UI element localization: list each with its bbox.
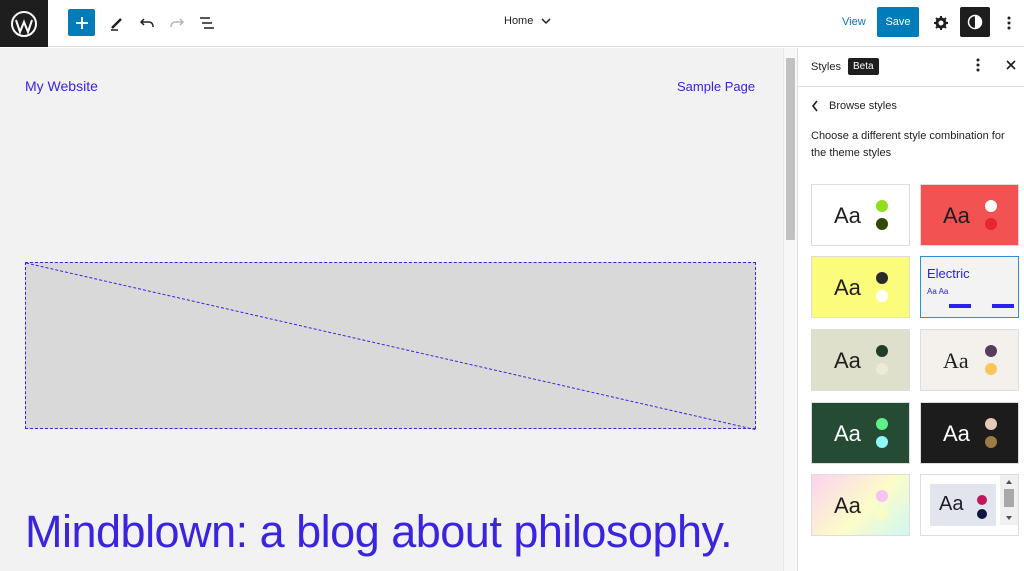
wordpress-icon bbox=[11, 10, 37, 37]
panel-more-button[interactable] bbox=[976, 58, 980, 75]
style-variation-card[interactable]: Aa bbox=[920, 402, 1019, 464]
sample-text: Aa Aa bbox=[927, 287, 949, 296]
accent-bar bbox=[992, 304, 1014, 308]
color-swatch bbox=[985, 218, 997, 230]
style-variation-card-selected[interactable]: Electric Aa Aa bbox=[920, 256, 1019, 318]
color-swatch bbox=[985, 200, 997, 212]
pencil-icon bbox=[111, 18, 122, 31]
chevron-left-icon bbox=[811, 100, 818, 112]
close-panel-button[interactable] bbox=[1006, 57, 1016, 73]
tools-button[interactable] bbox=[102, 8, 132, 38]
undo-icon bbox=[139, 18, 154, 27]
style-variation-card[interactable]: Aa bbox=[811, 402, 910, 464]
panel-header: Styles Beta bbox=[798, 48, 1024, 87]
color-swatch bbox=[876, 272, 888, 284]
style-variation-card[interactable]: Aa bbox=[920, 184, 1019, 246]
color-swatch bbox=[876, 508, 888, 520]
color-swatch bbox=[876, 436, 888, 448]
image-placeholder[interactable] bbox=[25, 262, 757, 430]
post-heading[interactable]: Mindblown: a blog about philosophy. bbox=[25, 506, 733, 558]
sample-text: Aa bbox=[834, 348, 861, 373]
color-swatch bbox=[985, 363, 997, 375]
sample-text: Aa bbox=[834, 493, 861, 518]
sample-text: Aa bbox=[834, 203, 861, 228]
site-title[interactable]: My Website bbox=[25, 78, 98, 94]
document-title: Home bbox=[504, 15, 534, 27]
sample-text: Aa bbox=[943, 421, 970, 446]
sample-text: Aa bbox=[834, 421, 861, 446]
document-title-dropdown[interactable]: Home bbox=[504, 15, 551, 27]
view-link[interactable]: View bbox=[842, 16, 866, 28]
settings-button[interactable] bbox=[926, 8, 956, 38]
close-icon bbox=[1006, 60, 1016, 70]
redo-icon bbox=[170, 18, 185, 27]
color-swatch bbox=[876, 290, 888, 302]
scroll-thumb[interactable] bbox=[786, 58, 795, 240]
placeholder-diagonal bbox=[26, 263, 757, 430]
color-swatch bbox=[985, 345, 997, 357]
styles-list-scrollbar[interactable] bbox=[1000, 475, 1018, 525]
panel-description: Choose a different style combination for… bbox=[811, 130, 1005, 159]
save-button[interactable]: Save bbox=[877, 7, 919, 37]
chevron-down-icon bbox=[541, 18, 551, 25]
style-variation-card[interactable]: Aa bbox=[811, 474, 910, 536]
style-variation-card[interactable]: Aa bbox=[811, 329, 910, 391]
contrast-icon bbox=[967, 14, 983, 30]
undo-button[interactable] bbox=[132, 8, 162, 38]
browse-styles-back[interactable]: Browse styles bbox=[811, 100, 897, 112]
gear-icon bbox=[934, 16, 948, 30]
list-view-icon bbox=[200, 17, 214, 29]
style-variation-card[interactable]: Aa bbox=[811, 184, 910, 246]
nav-link-sample-page[interactable]: Sample Page bbox=[677, 79, 755, 94]
sample-text: Aa bbox=[943, 348, 969, 373]
plus-icon bbox=[75, 16, 88, 29]
canvas-scrollbar[interactable] bbox=[783, 48, 797, 571]
color-swatch bbox=[876, 363, 888, 375]
color-swatch bbox=[985, 418, 997, 430]
color-swatch bbox=[977, 509, 987, 519]
color-swatch bbox=[876, 218, 888, 230]
add-block-button[interactable] bbox=[68, 9, 95, 36]
redo-button[interactable] bbox=[162, 8, 192, 38]
more-vertical-icon bbox=[976, 58, 980, 72]
accent-bar bbox=[949, 304, 971, 308]
sample-text: Aa bbox=[943, 203, 970, 228]
editor-toolbar: Home View Save bbox=[0, 0, 1024, 47]
wordpress-logo-button[interactable] bbox=[0, 0, 48, 47]
sample-text: Aa bbox=[834, 275, 861, 300]
beta-badge: Beta bbox=[848, 58, 879, 75]
color-swatch bbox=[876, 200, 888, 212]
panel-title: Styles bbox=[811, 61, 841, 73]
sample-text: Aa bbox=[939, 493, 964, 515]
color-swatch bbox=[876, 345, 888, 357]
styles-toggle-button[interactable] bbox=[960, 7, 990, 37]
style-variation-card[interactable]: Aa bbox=[920, 329, 1019, 391]
editor-canvas[interactable]: My Website Sample Page Mindblown: a blog… bbox=[0, 48, 783, 571]
more-vertical-icon bbox=[1007, 16, 1011, 30]
scroll-thumb[interactable] bbox=[1004, 489, 1014, 507]
options-button[interactable] bbox=[994, 8, 1024, 38]
style-variation-card[interactable]: Aa bbox=[811, 256, 910, 318]
color-swatch bbox=[876, 418, 888, 430]
color-swatch bbox=[985, 436, 997, 448]
back-label: Browse styles bbox=[829, 100, 897, 112]
list-view-button[interactable] bbox=[192, 8, 222, 38]
color-swatch bbox=[876, 490, 888, 502]
style-name: Electric bbox=[927, 266, 970, 281]
color-swatch bbox=[977, 495, 987, 505]
